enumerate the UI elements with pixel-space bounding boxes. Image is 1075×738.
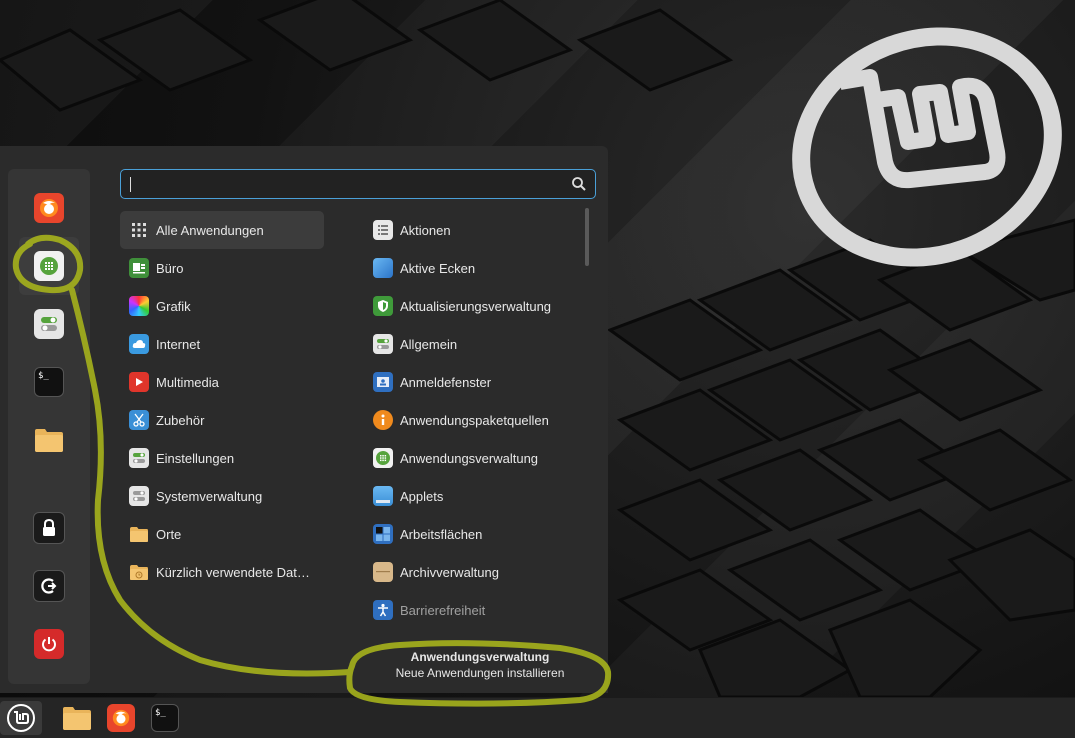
text-cursor	[130, 177, 131, 192]
menu-button[interactable]	[0, 701, 42, 735]
app-label: Aktive Ecken	[400, 260, 476, 276]
folder-icon	[63, 707, 91, 730]
app-aktionen[interactable]: Aktionen	[364, 211, 584, 249]
sidebar-item-settings[interactable]	[19, 302, 79, 346]
sidebar-item-files[interactable]	[19, 418, 79, 462]
workspaces-icon	[373, 524, 393, 544]
lock-icon	[33, 512, 65, 544]
folder-icon	[129, 524, 149, 544]
mint-logo-icon	[7, 704, 35, 732]
recent-folder-icon	[129, 562, 149, 582]
archive-icon	[373, 562, 393, 582]
search-field[interactable]	[121, 170, 573, 200]
sidebar-item-terminal[interactable]: $_	[19, 360, 79, 404]
app-aktive-ecken[interactable]: Aktive Ecken	[364, 249, 584, 287]
sidebar-item-logout[interactable]	[19, 564, 79, 608]
category-accessories[interactable]: Zubehör	[120, 401, 324, 439]
mint-wallpaper-logo-icon	[792, 27, 1062, 267]
category-label: Systemverwaltung	[156, 488, 263, 504]
cloud-icon	[129, 334, 149, 354]
graphics-icon	[129, 296, 149, 316]
office-icon	[129, 258, 149, 278]
category-label: Internet	[156, 336, 201, 352]
power-icon	[34, 629, 64, 659]
app-label: Barrierefreiheit	[400, 602, 486, 618]
sidebar-item-lock[interactable]	[19, 506, 79, 550]
category-office[interactable]: Büro	[120, 249, 324, 287]
app-label: Anmeldefenster	[400, 374, 492, 390]
search-icon[interactable]	[571, 176, 587, 192]
app-anmeldefenster[interactable]: Anmeldefenster	[364, 363, 584, 401]
accessibility-icon	[373, 600, 393, 620]
app-label: Anwendungspaketquellen	[400, 412, 549, 428]
app-anwendungsverwaltung[interactable]: Anwendungsverwaltung	[364, 439, 584, 477]
info-icon	[373, 410, 393, 430]
sidebar-item-software-manager[interactable]	[19, 237, 79, 295]
firefox-icon	[107, 704, 135, 732]
category-graphics[interactable]: Grafik	[120, 287, 324, 325]
scissors-icon	[129, 410, 149, 430]
category-multimedia[interactable]: Multimedia	[120, 363, 324, 401]
category-label: Büro	[156, 260, 184, 276]
terminal-icon: $_	[151, 704, 179, 732]
category-label: Grafik	[156, 298, 191, 314]
applets-icon	[373, 486, 393, 506]
category-all-applications[interactable]: Alle Anwendungen	[120, 211, 324, 249]
category-preferences[interactable]: Einstellungen	[120, 439, 324, 477]
list-icon	[373, 220, 393, 240]
app-label: Applets	[400, 488, 444, 504]
search-input[interactable]	[120, 169, 596, 200]
category-label: Alle Anwendungen	[156, 222, 264, 238]
taskbar-terminal[interactable]: $_	[148, 701, 182, 735]
category-label: Multimedia	[156, 374, 219, 390]
category-label: Einstellungen	[156, 450, 235, 466]
app-label: Archivverwaltung	[400, 564, 499, 580]
app-tooltip: Anwendungsverwaltung Neue Anwendungen in…	[360, 650, 600, 690]
app-archivverwaltung[interactable]: Archivverwaltung	[364, 553, 584, 591]
app-applets[interactable]: Applets	[364, 477, 584, 515]
logout-icon	[33, 570, 65, 602]
tooltip-title: Anwendungsverwaltung	[410, 650, 550, 664]
shield-icon	[373, 296, 393, 316]
category-places[interactable]: Orte	[120, 515, 324, 553]
sidebar-item-shutdown[interactable]	[19, 622, 79, 666]
category-label: Kürzlich verwendete Dat…	[156, 564, 310, 580]
app-barrierefreiheit[interactable]: Barrierefreiheit	[364, 591, 584, 629]
tooltip-description: Neue Anwendungen installieren	[395, 666, 565, 680]
app-label: Aktionen	[400, 222, 451, 238]
category-administration[interactable]: Systemverwaltung	[120, 477, 324, 515]
toggle-icon	[129, 486, 149, 506]
sidebar-item-firefox[interactable]	[19, 186, 79, 230]
app-aktualisierungsverwaltung[interactable]: Aktualisierungsverwaltung	[364, 287, 584, 325]
category-label: Zubehör	[156, 412, 205, 428]
app-list-scrollbar[interactable]	[585, 208, 589, 266]
category-internet[interactable]: Internet	[120, 325, 324, 363]
app-label: Anwendungsverwaltung	[400, 450, 539, 466]
app-label: Aktualisierungsverwaltung	[400, 298, 552, 314]
app-arbeitsflaechen[interactable]: Arbeitsflächen	[364, 515, 584, 553]
firefox-icon	[34, 193, 64, 223]
app-label: Arbeitsflächen	[400, 526, 483, 542]
toggle-icon	[34, 309, 64, 339]
login-window-icon	[373, 372, 393, 392]
software-manager-icon	[373, 448, 393, 468]
taskbar-files[interactable]	[60, 701, 94, 735]
app-label: Allgemein	[400, 336, 458, 352]
toggle-icon	[129, 448, 149, 468]
taskbar-firefox[interactable]	[104, 701, 138, 735]
terminal-icon: $_	[34, 367, 64, 397]
corner-icon	[373, 258, 393, 278]
folder-icon	[35, 429, 63, 452]
taskbar: $_	[0, 697, 1075, 738]
app-anwendungspaketquellen[interactable]: Anwendungspaketquellen	[364, 401, 584, 439]
category-recent-files[interactable]: Kürzlich verwendete Dat…	[120, 553, 324, 591]
toggle-icon	[373, 334, 393, 354]
software-manager-icon	[34, 251, 64, 281]
play-icon	[129, 372, 149, 392]
grid-icon	[129, 220, 149, 240]
category-label: Orte	[156, 526, 182, 542]
app-allgemein[interactable]: Allgemein	[364, 325, 584, 363]
